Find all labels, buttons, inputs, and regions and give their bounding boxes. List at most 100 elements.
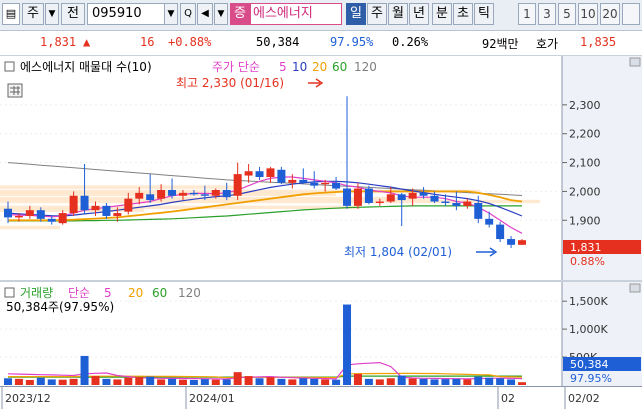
candle-body [69,195,78,214]
volume-bar [452,378,461,385]
period-tab-tick[interactable]: 틱 [474,3,494,25]
candle-body [364,188,373,203]
candle-body [277,169,286,183]
candle-body [200,194,209,196]
price-change: 16 [140,35,155,49]
price-chart[interactable]: 2,300 2,200 2,100 2,000 1,900 에스에너지 매물대 수(10… [0,56,642,280]
volume-ma60-legend: 60 [152,286,167,300]
volume-bar [310,378,319,385]
candle-body [288,179,297,183]
candle-body [386,194,395,202]
ma10-legend: 10 [292,60,307,74]
period-tab-week[interactable]: 주 [367,3,387,25]
legend-toggle-icon[interactable] [4,61,15,72]
period-tab-second[interactable]: 초 [453,3,473,25]
volume-bar [200,379,209,385]
candle-body [419,192,428,196]
volume-bar [80,355,89,385]
candle-body [485,218,494,225]
candle-body [310,182,319,186]
volume-bar [36,377,45,385]
volume-profile-band [0,205,360,210]
current-price: 1,831 [40,35,77,49]
ma60-legend: 60 [332,60,347,74]
speaker-icon[interactable]: ◀ [197,3,213,25]
candle-body [157,189,166,199]
candle-body [244,171,253,176]
stock-code-dropdown-icon[interactable]: ▼ [164,3,178,25]
volume-ma20-legend: 20 [128,286,143,300]
price-change-pct: +0.88% [168,35,212,49]
candle-body [222,189,231,198]
volume-bar [25,379,34,385]
volume-bar [69,378,78,385]
volume-bar [474,376,483,385]
volume-pct-label: 97.95% [570,372,612,385]
period-tab-day[interactable]: 일 [346,3,366,25]
volume-chart-background [0,282,642,386]
volume-bar [321,379,330,385]
market-selector[interactable]: 주 [22,3,44,25]
volume-bar [430,379,439,385]
volume-bar [47,379,56,385]
candle-body [463,201,472,206]
volume-ma5-legend: 5 [104,286,112,300]
volume-bar [135,377,144,385]
interval-3[interactable]: 3 [538,3,556,25]
candle-body [408,192,417,199]
volume-bar [419,378,428,385]
interval-10[interactable]: 10 [578,3,598,25]
candle-body [332,182,341,189]
interval-20[interactable]: 20 [600,3,620,25]
volume-tag-label: 50,384 [570,358,609,371]
volume-scroll-button[interactable] [629,283,641,293]
ma20-legend: 20 [312,60,327,74]
interval-custom[interactable] [622,3,640,25]
jeon-button[interactable]: 전 [61,3,85,25]
chart-icon[interactable]: ▤ [2,3,20,25]
volume-bar [222,379,231,385]
volume-bar [113,379,122,385]
volume-bar [463,379,472,385]
volume-bar [4,378,12,385]
grid-toggle-icon[interactable] [7,83,23,98]
period-tab-year[interactable]: 년 [409,3,429,25]
candle-body [168,189,177,196]
volume-bar [507,379,516,385]
volume-bar [518,382,526,385]
price-pct-label: 0.88% [570,255,605,268]
price-tick-label: 2,300 [569,99,601,112]
candle-body [211,189,220,196]
ask-price: 1,835 [580,35,617,49]
interval-1[interactable]: 1 [518,3,536,25]
speaker-dropdown-icon[interactable]: ▼ [214,3,228,25]
candle-body [4,208,12,218]
volume-title: 거래량 [20,286,53,300]
search-icon[interactable]: Q [180,3,196,25]
price-tick-label: 1,900 [569,214,601,227]
volume-bar [332,379,341,385]
candle-body [25,210,34,216]
volume-ma-label: 단순 [68,286,90,300]
volume-bar [441,379,450,385]
low-annotation: 최저 1,804 (02/01) [344,245,452,259]
market-dropdown-icon[interactable]: ▼ [45,3,59,25]
volume-bar [299,378,308,385]
candle-body [375,201,384,203]
period-tab-month[interactable]: 월 [388,3,408,25]
time-axis-label: 2023/12 [5,392,51,405]
up-arrow-icon: ▲ [83,35,91,49]
turnover-rate: 0.26% [392,35,429,49]
price-tick-label: 2,200 [569,128,601,141]
volume-info: 50,384주(97.95%) [6,300,114,314]
volume: 50,384 [256,35,300,49]
price-chart-background [0,56,642,280]
candle-body [135,192,144,199]
volume-profile-band [0,225,60,230]
volume-bar [168,378,177,385]
volume-legend-toggle-icon[interactable] [4,287,15,298]
period-tab-minute[interactable]: 분 [432,3,452,25]
interval-5[interactable]: 5 [558,3,576,25]
price-scroll-button[interactable] [629,57,641,67]
volume-chart[interactable]: 1,500K1,000K500K 거래량 단순 5 20 60 120 50,3… [0,282,642,386]
